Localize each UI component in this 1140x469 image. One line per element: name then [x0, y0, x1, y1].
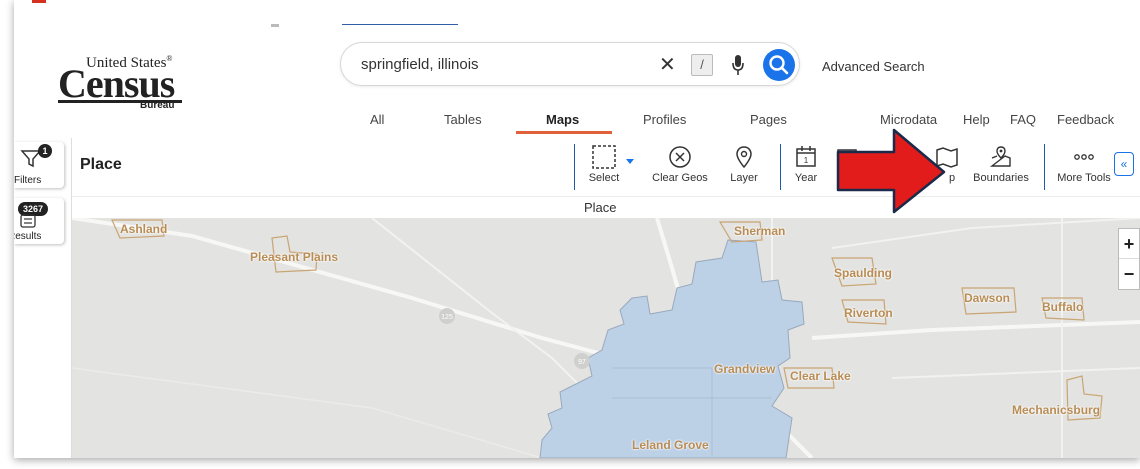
- svg-text:97: 97: [578, 359, 586, 366]
- search-bar[interactable]: springfield, illinois ✕ /: [340, 42, 800, 86]
- tab-profiles[interactable]: Profiles: [643, 112, 686, 127]
- slash-shortcut-key: /: [691, 54, 713, 76]
- tab-pages[interactable]: Pages: [750, 112, 787, 127]
- microphone-icon[interactable]: [732, 54, 744, 76]
- tab-maps[interactable]: Maps: [546, 112, 579, 127]
- layer-label: Layer: [730, 172, 758, 184]
- toolbar-divider: [780, 144, 781, 190]
- circle-x-icon: [669, 146, 691, 168]
- filters-label: Filters: [14, 175, 42, 186]
- select-tool-label: Select: [588, 172, 620, 184]
- zoom-control: + −: [1118, 228, 1140, 290]
- census-logo[interactable]: United States® Census Bureau: [58, 52, 208, 112]
- year-button[interactable]: 1 Year: [788, 144, 824, 184]
- top-grey-mark: [271, 24, 279, 27]
- select-tool-button[interactable]: Select: [584, 144, 624, 184]
- road: [72, 367, 543, 458]
- map-layer-label: Place: [584, 200, 617, 215]
- panel-title: Place: [80, 156, 122, 173]
- place-label-mechanicsburg[interactable]: Mechanicsburg: [1012, 403, 1100, 417]
- more-tools-label: More Tools: [1057, 172, 1111, 184]
- zoom-in-button[interactable]: +: [1119, 229, 1139, 259]
- census-app-window: United States® Census Bureau springfield…: [14, 0, 1140, 458]
- results-list-icon: [20, 214, 36, 228]
- boundaries-icon: [989, 146, 1011, 167]
- road: [891, 367, 1140, 379]
- dashed-select-icon: [592, 145, 616, 169]
- red-arrow-annotation: [836, 128, 946, 214]
- more-dots-icon: [1074, 154, 1094, 160]
- highway-road: [811, 320, 1140, 340]
- clear-search-icon[interactable]: ✕: [659, 52, 676, 77]
- top-strip: [14, 0, 1140, 28]
- road: [831, 218, 1140, 249]
- map-pin-icon: [736, 146, 752, 169]
- layer-button[interactable]: Layer: [724, 144, 764, 184]
- svg-text:125: 125: [441, 314, 453, 321]
- place-label-leland-grove[interactable]: Leland Grove: [632, 438, 709, 452]
- calendar-icon: 1: [796, 146, 816, 167]
- place-label-riverton[interactable]: Riverton: [844, 306, 893, 320]
- filters-button[interactable]: 1 Filters: [14, 142, 64, 188]
- highway-125-shield: 125: [439, 308, 455, 324]
- map-layer-subheader: Place: [72, 196, 1140, 218]
- place-label-dawson[interactable]: Dawson: [964, 291, 1010, 305]
- chevron-down-icon[interactable]: [625, 158, 635, 166]
- zoom-out-button[interactable]: −: [1119, 259, 1139, 289]
- boundaries-label: Boundaries: [973, 172, 1029, 184]
- results-button[interactable]: 3267 Results: [14, 198, 64, 244]
- more-tools-button[interactable]: More Tools: [1052, 144, 1116, 184]
- tab-tables[interactable]: Tables: [444, 112, 482, 127]
- microdata-link[interactable]: Microdata: [880, 112, 937, 127]
- place-label-ashland[interactable]: Ashland: [120, 222, 167, 236]
- toolbar-divider: [574, 144, 575, 190]
- map-layer: 125 97: [72, 218, 1140, 458]
- top-red-mark: [32, 0, 46, 3]
- svg-text:1: 1: [804, 156, 809, 165]
- map-toolbar: Place Select Clear Geos Layer 1 Year p B…: [72, 138, 1140, 194]
- place-label-grandview[interactable]: Grandview: [714, 362, 775, 376]
- place-label-spaulding[interactable]: Spaulding: [834, 266, 892, 280]
- feedback-link[interactable]: Feedback: [1057, 112, 1114, 127]
- faq-link[interactable]: FAQ: [1010, 112, 1036, 127]
- boundaries-button[interactable]: Boundaries: [968, 144, 1034, 184]
- results-label: Results: [14, 231, 42, 242]
- year-label: Year: [794, 172, 818, 184]
- top-link-underline: [342, 24, 458, 25]
- place-label-clear-lake[interactable]: Clear Lake: [790, 369, 851, 383]
- search-input[interactable]: springfield, illinois: [361, 56, 479, 73]
- clear-geos-label: Clear Geos: [652, 172, 708, 184]
- active-tab-indicator: [516, 131, 612, 134]
- left-rail: 1 Filters 3267 Results: [14, 138, 72, 458]
- search-button[interactable]: [763, 49, 795, 81]
- place-label-pleasant-plains[interactable]: Pleasant Plains: [250, 250, 338, 264]
- place-label-sherman[interactable]: Sherman: [734, 224, 785, 238]
- place-label-buffalo[interactable]: Buffalo: [1042, 300, 1083, 314]
- advanced-search-link[interactable]: Advanced Search: [822, 59, 925, 74]
- toolbar-divider: [1044, 144, 1045, 190]
- clear-geos-button[interactable]: Clear Geos: [646, 144, 714, 184]
- filters-count-badge: 1: [38, 144, 52, 158]
- help-link[interactable]: Help: [963, 112, 990, 127]
- collapse-toolbar-button[interactable]: «: [1114, 152, 1134, 176]
- search-icon: [769, 55, 789, 75]
- tab-all[interactable]: All: [370, 112, 384, 127]
- highway-97-shield: 97: [574, 353, 590, 369]
- map-canvas[interactable]: 125 97 Ashland Pleasant Plains Sherman S…: [72, 218, 1140, 458]
